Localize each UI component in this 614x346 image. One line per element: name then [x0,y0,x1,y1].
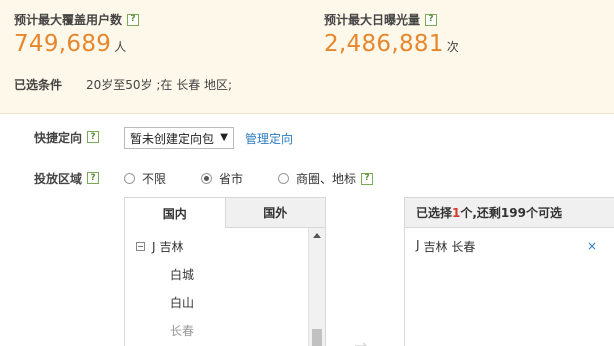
selected-item-prefix: J [416,238,420,252]
arrow-right-icon: → [354,336,368,346]
impressions-label: 预计最大日曝光量 [324,13,421,27]
tab-domestic[interactable]: 国内 [125,198,225,228]
collapse-icon[interactable]: − [136,242,145,251]
impressions-unit: 次 [446,40,459,54]
region-label: 投放区域 [34,171,83,186]
radio-label: 商圈、地标 [296,172,357,186]
help-icon[interactable]: ? [87,172,100,184]
selected-conditions: 已选条件 20岁至50岁 ;在 长春 地区; [14,76,232,93]
quick-targeting-label-row: 快捷定向 ? [34,128,100,146]
help-icon[interactable]: ? [361,172,374,185]
users-unit: 人 [114,40,127,54]
impressions-stat: 预计最大日曝光量 ? 2,486,881 次 [324,11,459,57]
radio-province-city[interactable]: 省市 [201,170,243,187]
users-value: 749,689 [14,31,112,57]
selected-head-suffix: 个,还剩199个可选 [460,206,562,220]
selected-item-label: 吉林 长春 [423,240,476,254]
manage-targeting-link[interactable]: 管理定向 [245,130,293,147]
radio-label: 省市 [219,172,244,186]
region-tabs: 国内 国外 [125,198,325,228]
conditions-text: 20岁至50岁 ;在 长春 地区; [86,78,233,92]
scroll-thumb[interactable] [312,329,322,346]
users-label: 预计最大覆盖用户数 [14,13,123,27]
selected-header: 已选择 1 个,还剩199个可选 [405,198,614,228]
selected-regions: 已选择 1 个,还剩199个可选 J 吉林 长春 × [404,197,614,346]
radio-selected-icon [201,173,212,184]
impressions-value: 2,486,881 [324,31,444,57]
tree-node-baishan[interactable]: 白山 [170,294,194,311]
radio-circle-icon [278,173,289,184]
region-picker: 国内 国外 − J 吉林 白城 白山 长春 [124,197,326,346]
help-icon[interactable]: ? [127,13,140,26]
close-icon[interactable]: × [587,239,597,253]
tree-node-jilin[interactable]: − J 吉林 [136,238,184,255]
targeting-package-select[interactable]: 暂未创建定向包 ▼ [124,127,234,149]
node-prefix: J [152,239,156,254]
region-label-row: 投放区域 ? [34,169,100,187]
selected-item: J 吉林 长春 [416,238,475,255]
radio-unlimited[interactable]: 不限 [124,170,166,187]
radio-label: 不限 [142,172,167,186]
estimate-summary: 预计最大覆盖用户数 ? 749,689 人 预计最大日曝光量 ? 2,486,8… [0,0,614,114]
impressions-label-row: 预计最大日曝光量 ? [324,11,459,28]
help-icon[interactable]: ? [87,131,100,143]
users-stat: 预计最大覆盖用户数 ? 749,689 人 [14,11,140,57]
quick-targeting-label: 快捷定向 [34,130,83,145]
selected-head-prefix: 已选择 [416,206,453,220]
users-value-row: 749,689 人 [14,31,139,57]
select-value: 暂未创建定向包 [130,131,215,146]
scroll-up-icon[interactable] [313,233,321,238]
tab-overseas[interactable]: 国外 [224,198,325,228]
conditions-label: 已选条件 [14,78,63,92]
tree-node-changchun[interactable]: 长春 [170,322,194,339]
tree-scrollbar[interactable] [308,228,325,346]
tree-node-baicheng[interactable]: 白城 [170,266,194,283]
radio-circle-icon [124,173,135,184]
radio-business-district[interactable]: 商圈、地标 ? [278,170,374,187]
node-label: 吉林 [159,240,184,254]
help-icon[interactable]: ? [425,13,438,26]
caret-down-icon: ▼ [220,132,228,143]
impressions-value-row: 2,486,881 次 [324,31,459,57]
users-label-row: 预计最大覆盖用户数 ? [14,11,140,28]
